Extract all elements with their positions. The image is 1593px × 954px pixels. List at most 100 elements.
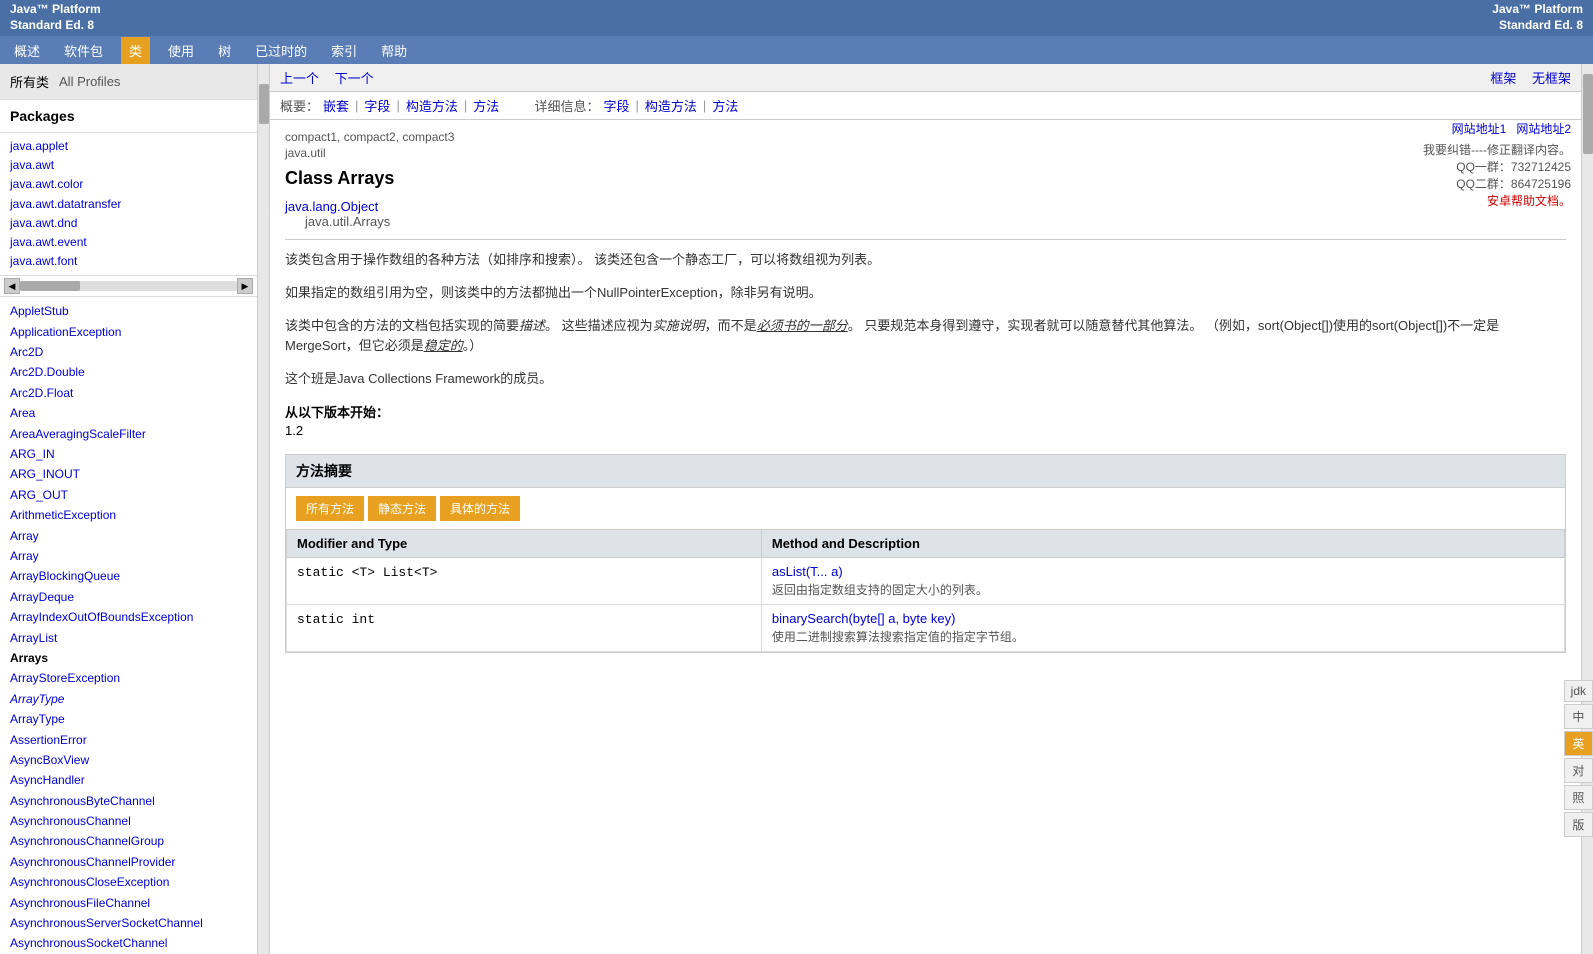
- class-ArrayDeque[interactable]: ArrayDeque: [10, 587, 247, 607]
- nav-index[interactable]: 索引: [325, 37, 363, 64]
- class-AsynchronousByteChannel[interactable]: AsynchronousByteChannel: [10, 791, 247, 811]
- class-ARG-IN[interactable]: ARG_IN: [10, 444, 247, 464]
- class-AsynchronousSocketChannel[interactable]: AsynchronousSocketChannel: [10, 933, 247, 953]
- class-AsynchronousServerSocketChannel[interactable]: AsynchronousServerSocketChannel: [10, 913, 247, 933]
- class-ARG-INOUT[interactable]: ARG_INOUT: [10, 464, 247, 484]
- package-java-awt-dnd[interactable]: java.awt.dnd: [10, 214, 247, 233]
- class-AsynchronousChannel[interactable]: AsynchronousChannel: [10, 811, 247, 831]
- hscroll-right-btn[interactable]: ▶: [237, 278, 253, 294]
- summary-label: 概要：: [280, 96, 319, 115]
- panel-compare2[interactable]: 照: [1564, 785, 1593, 810]
- inheritance-parent: java.lang.Object: [285, 199, 1566, 214]
- sidebar-wrapper: 所有类 All Profiles Packages java.applet ja…: [0, 64, 269, 954]
- method-link[interactable]: 方法: [473, 96, 499, 115]
- qq1: QQ一群：732712425: [1423, 158, 1571, 175]
- prev-link[interactable]: 上一个: [280, 68, 319, 87]
- hscroll-left-btn[interactable]: ◀: [4, 278, 20, 294]
- field-link[interactable]: 字段: [364, 96, 390, 115]
- field-detail-link[interactable]: 字段: [604, 96, 630, 115]
- desc-2: 如果指定的数组引用为空，则该类中的方法都抛出一个NullPointerExcep…: [285, 283, 1566, 304]
- table-header-row: Modifier and Type Method and Description: [287, 529, 1565, 557]
- desc3-part3: ，而不是: [705, 318, 757, 333]
- package-java-awt-datatransfer[interactable]: java.awt.datatransfer: [10, 195, 247, 214]
- method-modifier-2: static int: [287, 604, 762, 651]
- panel-english[interactable]: 英: [1564, 731, 1593, 756]
- method-summary-box: 方法摘要 所有方法 静态方法 具体的方法 Modifier and Type M…: [285, 454, 1566, 653]
- no-frames-link[interactable]: 无框架: [1532, 68, 1571, 87]
- class-ArrayStoreException[interactable]: ArrayStoreException: [10, 668, 247, 688]
- frames-link[interactable]: 框架: [1490, 68, 1516, 87]
- android-link[interactable]: 安卓帮助文档。: [1423, 192, 1571, 209]
- method-desc-1: 返回由指定数组支持的固定大小的列表。: [772, 581, 1554, 598]
- class-title: Class Arrays: [285, 168, 1566, 189]
- hscroll-thumb: [20, 281, 80, 291]
- package-java-awt-color[interactable]: java.awt.color: [10, 175, 247, 194]
- class-AsyncBoxView[interactable]: AsyncBoxView: [10, 750, 247, 770]
- parent-link[interactable]: java.lang.Object: [285, 199, 378, 214]
- sidebar-vscroll[interactable]: [257, 64, 269, 954]
- class-ArrayType[interactable]: ArrayType: [10, 709, 247, 729]
- all-classes-link[interactable]: 所有类: [10, 72, 49, 91]
- class-Arc2D[interactable]: Arc2D: [10, 342, 247, 362]
- filter-all-methods[interactable]: 所有方法: [296, 496, 364, 521]
- class-AreaAveragingScaleFilter[interactable]: AreaAveragingScaleFilter: [10, 424, 247, 444]
- class-ArrayType-italic[interactable]: ArrayType: [10, 689, 247, 709]
- package-path: compact1, compact2, compact3: [285, 130, 1566, 144]
- nav-tree[interactable]: 树: [212, 37, 237, 64]
- class-AsynchronousChannelGroup[interactable]: AsynchronousChannelGroup: [10, 831, 247, 851]
- class-ARG-OUT[interactable]: ARG_OUT: [10, 485, 247, 505]
- filter-concrete-methods[interactable]: 具体的方法: [440, 496, 520, 521]
- nav-class[interactable]: 类: [121, 37, 150, 64]
- class-AppletStub[interactable]: AppletStub: [10, 301, 247, 321]
- method-link-binarySearch[interactable]: binarySearch(byte[] a, byte key): [772, 611, 956, 626]
- package-java-awt-event[interactable]: java.awt.event: [10, 233, 247, 252]
- class-Arc2D-Float[interactable]: Arc2D.Float: [10, 383, 247, 403]
- content-vscroll-thumb: [1583, 74, 1593, 154]
- nested-link[interactable]: 嵌套: [323, 96, 349, 115]
- site1-link[interactable]: 网站地址1: [1452, 122, 1507, 136]
- next-link[interactable]: 下一个: [335, 68, 374, 87]
- class-AssertionError[interactable]: AssertionError: [10, 730, 247, 750]
- class-ApplicationException[interactable]: ApplicationException: [10, 322, 247, 342]
- constructor-detail-link[interactable]: 构造方法: [645, 96, 697, 115]
- package-java-awt[interactable]: java.awt: [10, 156, 247, 175]
- panel-chinese[interactable]: 中: [1564, 704, 1593, 729]
- class-ArrayBlockingQueue[interactable]: ArrayBlockingQueue: [10, 566, 247, 586]
- class-AsyncHandler[interactable]: AsyncHandler: [10, 770, 247, 790]
- class-ArrayList[interactable]: ArrayList: [10, 628, 247, 648]
- nav-overview[interactable]: 概述: [8, 37, 46, 64]
- sidebar-top: 所有类 All Profiles: [0, 64, 257, 100]
- desc-4: 这个班是Java Collections Framework的成员。: [285, 369, 1566, 390]
- class-ArrayIndexOutOfBoundsException[interactable]: ArrayIndexOutOfBoundsException: [10, 607, 247, 627]
- class-Array-1[interactable]: Array: [10, 526, 247, 546]
- class-Array-2[interactable]: Array: [10, 546, 247, 566]
- class-ArithmeticException[interactable]: ArithmeticException: [10, 505, 247, 525]
- all-profiles-link[interactable]: All Profiles: [59, 74, 120, 89]
- panel-compare[interactable]: 对: [1564, 758, 1593, 783]
- right-panel: jdk 中 英 对 照 版: [1564, 680, 1593, 837]
- nav-package[interactable]: 软件包: [58, 37, 109, 64]
- class-AsynchronousChannelProvider[interactable]: AsynchronousChannelProvider: [10, 852, 247, 872]
- class-AsynchronousCloseException[interactable]: AsynchronousCloseException: [10, 872, 247, 892]
- constructor-link[interactable]: 构造方法: [406, 96, 458, 115]
- nav-bar: 概述 软件包 类 使用 树 已过时的 索引 帮助: [0, 36, 1593, 64]
- class-AsynchronousFileChannel[interactable]: AsynchronousFileChannel: [10, 893, 247, 913]
- package-java-awt-font[interactable]: java.awt.font: [10, 252, 247, 271]
- method-link-asList[interactable]: asList(T... a): [772, 564, 843, 579]
- class-Area[interactable]: Area: [10, 403, 247, 423]
- panel-version[interactable]: 版: [1564, 812, 1593, 837]
- inheritance-block: java.lang.Object java.util.Arrays: [285, 199, 1566, 229]
- nav-use[interactable]: 使用: [162, 37, 200, 64]
- filter-static-methods[interactable]: 静态方法: [368, 496, 436, 521]
- site2-link[interactable]: 网站地址2: [1516, 122, 1571, 136]
- nav-sep-1: [325, 70, 329, 85]
- method-detail-link[interactable]: 方法: [712, 96, 738, 115]
- panel-jdk[interactable]: jdk: [1564, 680, 1593, 702]
- nav-deprecated[interactable]: 已过时的: [249, 37, 313, 64]
- class-Arc2D-Double[interactable]: Arc2D.Double: [10, 362, 247, 382]
- nav-help[interactable]: 帮助: [375, 37, 413, 64]
- package-java-applet[interactable]: java.applet: [10, 137, 247, 156]
- class-Arrays[interactable]: Arrays: [10, 648, 247, 668]
- hscroll-track[interactable]: [20, 281, 237, 291]
- table-row: static <T> List<T> asList(T... a) 返回由指定数…: [287, 557, 1565, 604]
